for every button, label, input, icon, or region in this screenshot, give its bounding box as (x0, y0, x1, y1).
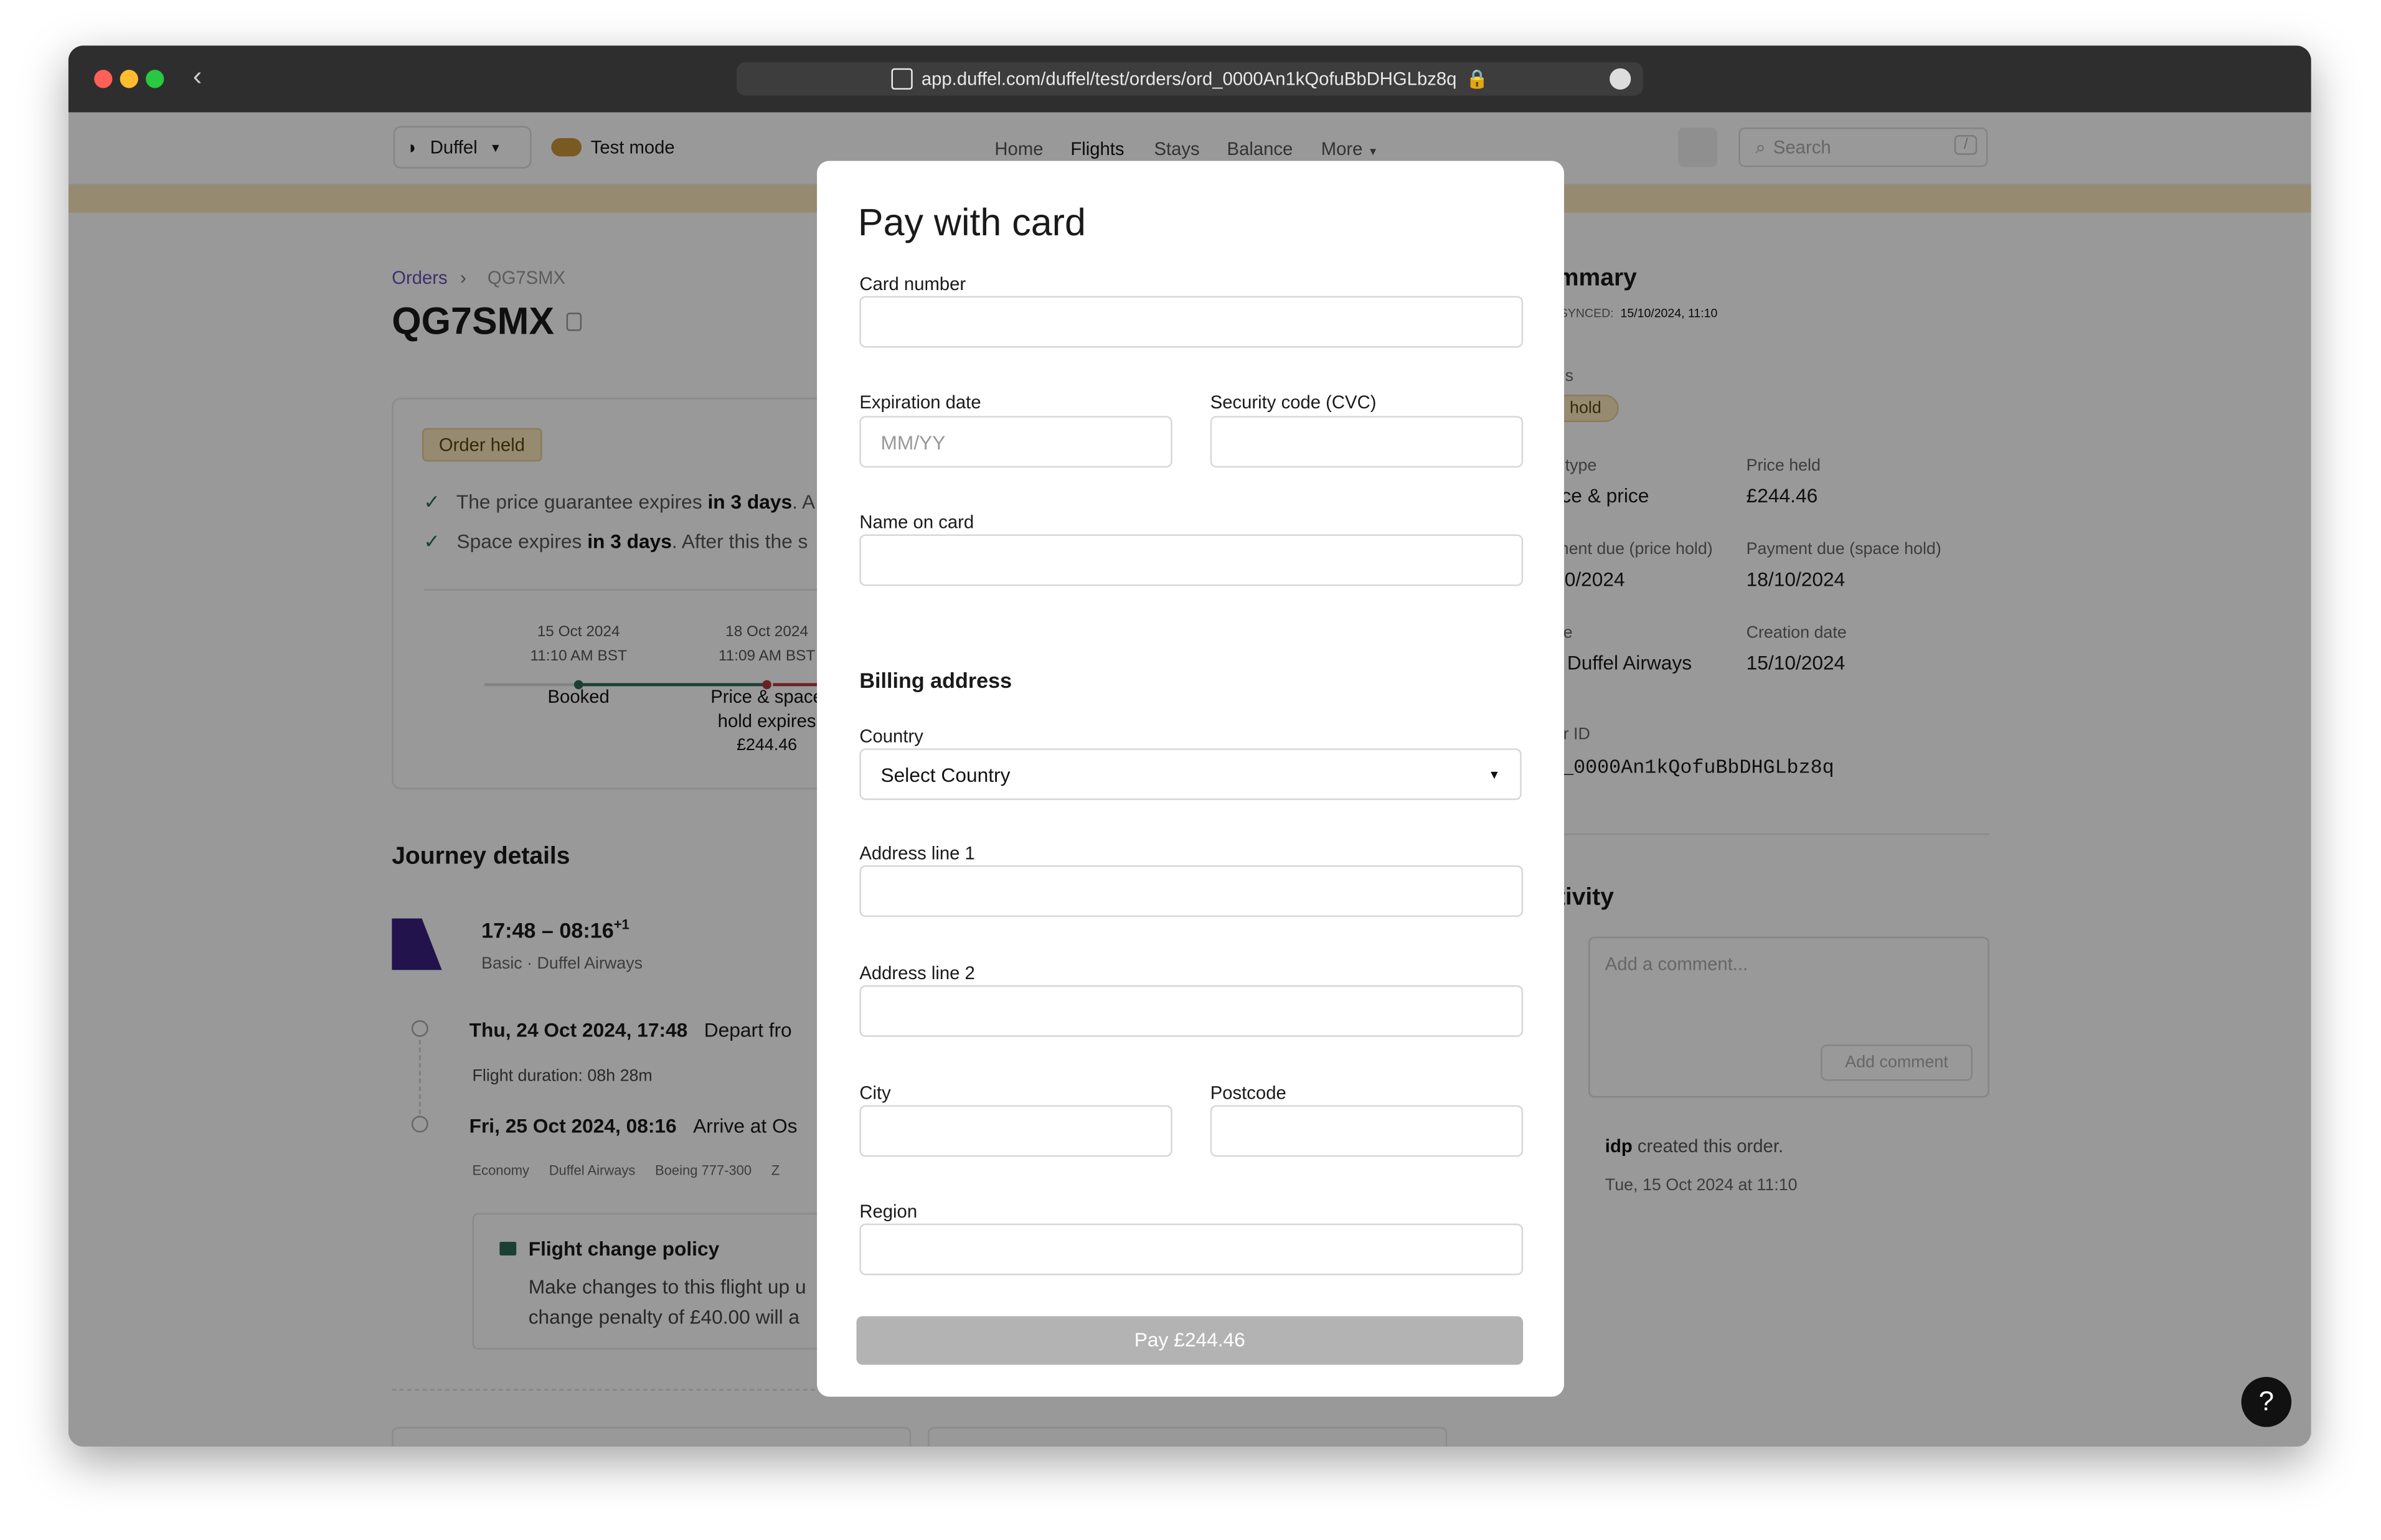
name-on-card-input[interactable] (859, 534, 1524, 586)
address1-input[interactable] (859, 865, 1524, 918)
url-text: app.duffel.com/duffel/test/orders/ord_00… (921, 68, 1457, 90)
region-input[interactable] (859, 1223, 1524, 1275)
expiration-input[interactable]: MM/YY (859, 416, 1172, 468)
postcode-input[interactable] (1210, 1105, 1524, 1157)
expiration-label: Expiration date (859, 392, 981, 413)
site-icon (891, 68, 913, 90)
title-bar: ‹ app.duffel.com/duffel/test/orders/ord_… (68, 45, 2311, 113)
card-number-label: Card number (859, 273, 966, 295)
country-select[interactable]: Select Country ▼ (859, 748, 1522, 801)
cvc-label: Security code (CVC) (1210, 392, 1377, 413)
pay-button[interactable]: Pay £244.46 (856, 1316, 1524, 1365)
browser-window: ‹ app.duffel.com/duffel/test/orders/ord_… (68, 45, 2311, 1447)
more-icon[interactable] (1610, 68, 1631, 90)
city-label: City (859, 1082, 891, 1104)
chevron-down-icon: ▼ (1488, 767, 1501, 781)
region-label: Region (859, 1201, 918, 1223)
address2-label: Address line 2 (859, 962, 975, 984)
address1-label: Address line 1 (859, 842, 975, 864)
card-number-input[interactable] (859, 296, 1524, 348)
maximize-window-button[interactable] (146, 70, 164, 88)
country-label: Country (859, 725, 923, 747)
address-bar[interactable]: app.duffel.com/duffel/test/orders/ord_00… (736, 62, 1643, 96)
country-value: Select Country (880, 763, 1011, 786)
minimize-window-button[interactable] (120, 70, 138, 88)
help-button[interactable]: ? (2241, 1376, 2292, 1427)
city-input[interactable] (859, 1105, 1172, 1157)
back-icon[interactable]: ‹ (193, 61, 202, 93)
postcode-label: Postcode (1210, 1082, 1286, 1104)
billing-heading: Billing address (859, 668, 1012, 693)
address2-input[interactable] (859, 985, 1524, 1037)
pay-with-card-modal: Pay with card Card number Expiration dat… (817, 161, 1564, 1397)
lock-icon: 🔒 (1466, 68, 1489, 90)
name-label: Name on card (859, 511, 974, 533)
cvc-input[interactable] (1210, 416, 1524, 468)
close-window-button[interactable] (94, 70, 113, 88)
modal-title: Pay with card (857, 202, 1086, 245)
expiration-placeholder: MM/YY (880, 430, 946, 453)
